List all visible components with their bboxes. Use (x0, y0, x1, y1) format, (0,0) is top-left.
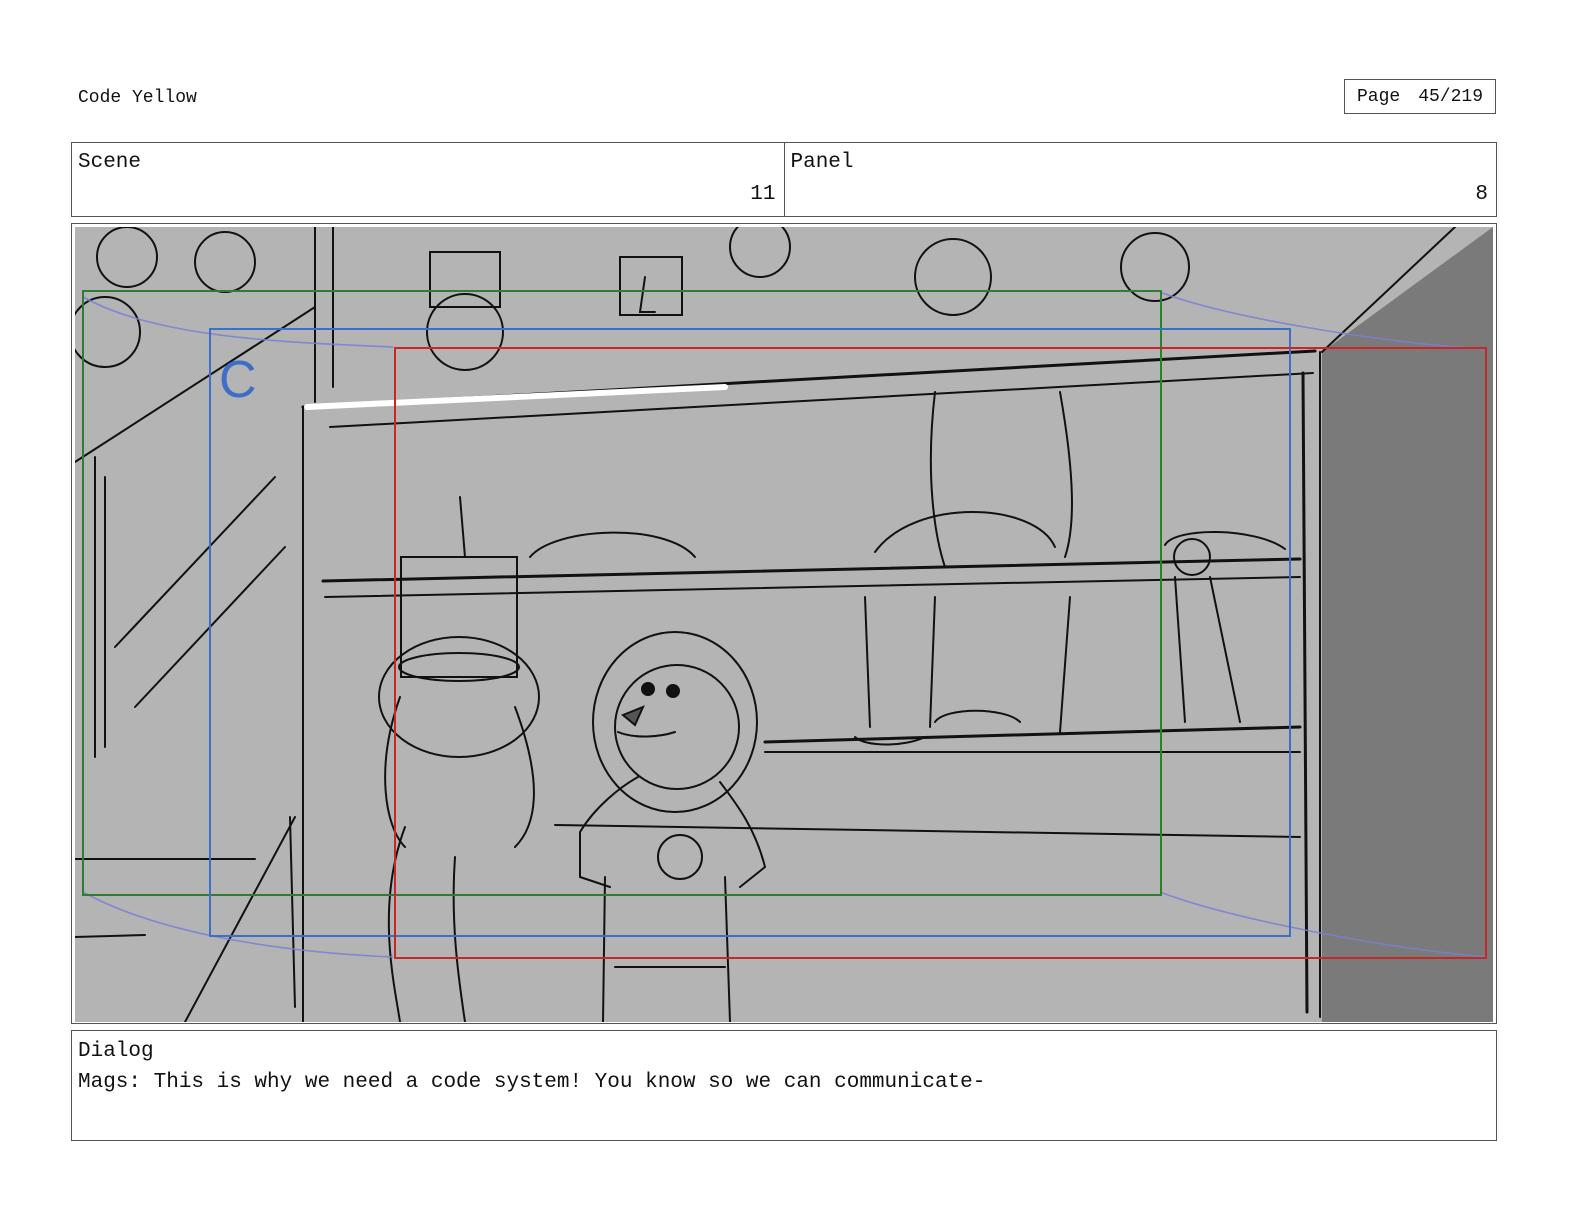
scene-label: Scene (78, 151, 142, 174)
scene-panel-header: Scene 11 Panel 8 (71, 142, 1497, 217)
dialog-box: Dialog Mags: This is why we need a code … (71, 1030, 1497, 1141)
panel-label: Panel (790, 151, 854, 174)
scene-cell: Scene 11 (72, 143, 784, 216)
storyboard-frame: C (71, 223, 1497, 1024)
panel-number: 8 (1475, 183, 1488, 206)
panel-cell: Panel 8 (783, 143, 1497, 216)
dialog-label: Dialog (78, 1040, 154, 1063)
dialog-text: Mags: This is why we need a code system!… (78, 1071, 986, 1094)
page-number: 45/219 (1418, 86, 1484, 107)
camera-label: C (219, 351, 257, 409)
page-indicator: Page 45/219 (1344, 79, 1496, 114)
page-label: Page (1356, 86, 1401, 107)
sketch-background (75, 227, 1493, 1022)
document-title: Code Yellow (78, 88, 197, 108)
right-wall (1322, 227, 1493, 1022)
scene-number: 11 (750, 183, 776, 206)
storyboard-sketch: C (75, 227, 1493, 1022)
